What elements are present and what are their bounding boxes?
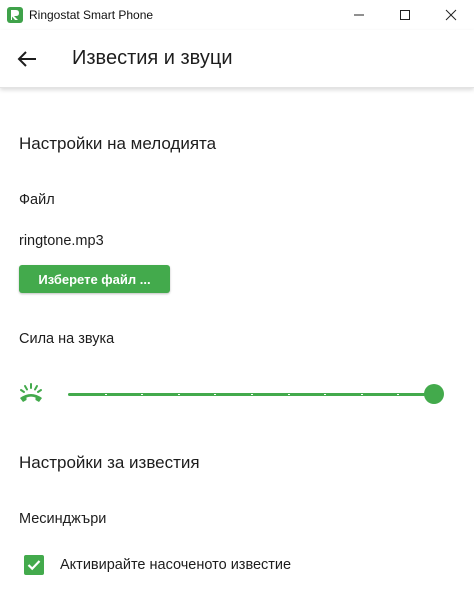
volume-slider-tick [288, 394, 290, 395]
maximize-icon [400, 10, 410, 20]
window-title: Ringostat Smart Phone [29, 8, 154, 22]
close-icon [445, 9, 457, 21]
notification-settings-title: Настройки за известия [19, 453, 200, 472]
title-bar: Ringostat Smart Phone [0, 0, 474, 30]
volume-slider-tick [178, 394, 180, 395]
settings-content: Настройки на мелодията Файл ringtone.mp3… [0, 88, 474, 602]
file-label: Файл [19, 192, 55, 208]
minimize-icon [354, 14, 364, 16]
close-button[interactable] [428, 0, 474, 30]
ringtone-settings-title: Настройки на мелодията [19, 134, 217, 153]
page-header: Известия и звуци [0, 30, 474, 88]
choose-file-button[interactable]: Изберете файл ... [19, 265, 170, 293]
volume-label: Сила на звука [19, 331, 115, 347]
volume-slider[interactable] [68, 382, 444, 406]
arrow-left-icon [17, 50, 36, 67]
volume-slider-thumb[interactable] [424, 384, 444, 404]
maximize-button[interactable] [382, 0, 428, 30]
file-name: ringtone.mp3 [19, 233, 104, 249]
app-logo-icon [7, 7, 23, 23]
targeted-notification-checkbox[interactable] [24, 555, 44, 575]
volume-slider-tick [324, 394, 326, 395]
page-title: Известия и звуци [72, 47, 233, 69]
volume-slider-tick [105, 394, 107, 395]
messengers-label: Месинджъри [19, 511, 107, 527]
app-window: Ringostat Smart Phone Известия и звуци Н… [0, 0, 474, 602]
targeted-notification-label: Активирайте насоченото известие [60, 557, 292, 573]
ringing-phone-icon [20, 383, 42, 402]
volume-slider-tick [251, 394, 253, 395]
targeted-notification-option[interactable]: Активирайте насоченото известие [24, 554, 291, 576]
back-button[interactable] [12, 44, 42, 74]
volume-slider-tick [361, 394, 363, 395]
volume-slider-tick [214, 394, 216, 395]
minimize-button[interactable] [336, 0, 382, 30]
checkmark-icon [27, 560, 41, 571]
window-controls [336, 0, 474, 30]
volume-slider-tick [141, 394, 143, 395]
volume-row [0, 382, 474, 406]
volume-slider-tick [397, 394, 399, 395]
